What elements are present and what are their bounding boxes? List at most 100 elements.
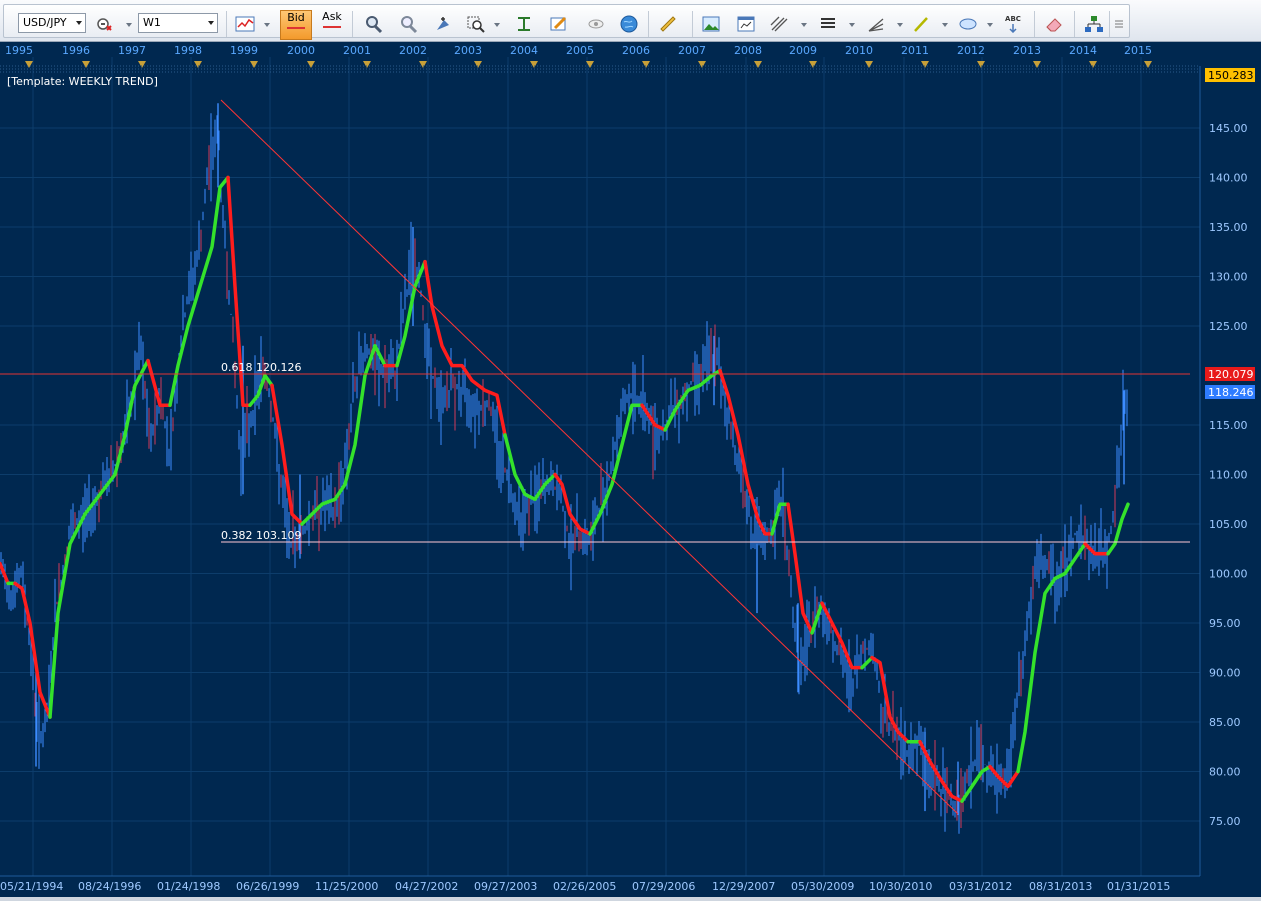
date-label: 03/31/2012	[949, 880, 1012, 893]
event-marker-icon[interactable]	[642, 61, 650, 68]
eraser-icon[interactable]	[1042, 12, 1066, 36]
event-marker-icon[interactable]	[82, 61, 90, 68]
event-marker-icon[interactable]	[194, 61, 202, 68]
price-label: 85.00	[1209, 716, 1241, 729]
year-label: 1998	[174, 44, 202, 57]
event-marker-icon[interactable]	[1089, 61, 1097, 68]
year-label: 2007	[678, 44, 706, 57]
chart-type-icon[interactable]	[233, 12, 257, 36]
timeframe-dropdown[interactable]: W1	[138, 13, 218, 33]
year-label: 2013	[1013, 44, 1041, 57]
fib-382-label: 0.382 103.109	[221, 529, 301, 542]
more-icon[interactable]	[1111, 12, 1127, 36]
fork-icon[interactable]	[767, 12, 791, 36]
event-marker-icon[interactable]	[419, 61, 427, 68]
ellipse-icon[interactable]	[956, 12, 980, 36]
date-label: 08/31/2013	[1029, 880, 1092, 893]
text-abc-icon[interactable]: ABC	[1001, 12, 1025, 36]
toolbar: USD/JPY W1 Bid Ask ABC	[0, 0, 1261, 42]
bid-label: Bid	[287, 11, 305, 24]
date-label: 04/27/2002	[395, 880, 458, 893]
event-marker-icon[interactable]	[25, 61, 33, 68]
event-markers	[25, 61, 1152, 68]
event-marker-icon[interactable]	[1144, 61, 1152, 68]
magnet-icon[interactable]	[396, 12, 420, 36]
event-marker-icon[interactable]	[363, 61, 371, 68]
event-marker-icon[interactable]	[250, 61, 258, 68]
timeframe-value: W1	[143, 16, 161, 29]
price-chart[interactable]: 0.618 120.126 0.382 103.109 1995 1996 1997…	[0, 42, 1261, 897]
year-label: 2010	[845, 44, 873, 57]
year-label: 2015	[1124, 44, 1152, 57]
date-label: 10/30/2010	[869, 880, 932, 893]
symbol-dropdown[interactable]: USD/JPY	[18, 13, 86, 33]
ruler-icon[interactable]	[656, 12, 680, 36]
image-icon[interactable]	[699, 12, 723, 36]
date-label: 01/31/2015	[1107, 880, 1170, 893]
event-marker-icon[interactable]	[865, 61, 873, 68]
indicator-icon[interactable]	[512, 12, 536, 36]
trend-down-segment	[820, 601, 864, 670]
zoom-in-icon[interactable]	[431, 12, 455, 36]
year-label: 2011	[901, 44, 929, 57]
date-axis-labels: 05/21/1994 08/24/1996 01/24/1998 06/26/1999…	[0, 880, 1170, 893]
eye-icon[interactable]	[584, 12, 608, 36]
fork-arrow-icon[interactable]	[801, 23, 807, 27]
event-marker-icon[interactable]	[1033, 61, 1041, 68]
event-marker-icon[interactable]	[474, 61, 482, 68]
ellipse-arrow-icon[interactable]	[987, 23, 993, 27]
bid-button[interactable]: Bid	[280, 10, 312, 40]
trendline-icon[interactable]	[909, 12, 933, 36]
fan-arrow-icon[interactable]	[897, 23, 903, 27]
price-label: 135.00	[1209, 221, 1248, 234]
instrument-settings-arrow-icon[interactable]	[126, 23, 132, 27]
chart-type-arrow-icon[interactable]	[264, 23, 270, 27]
event-marker-icon[interactable]	[921, 61, 929, 68]
event-marker-icon[interactable]	[530, 61, 538, 68]
zoom-area-icon[interactable]	[464, 12, 488, 36]
zoom-area-arrow-icon[interactable]	[494, 23, 500, 27]
date-label: 01/24/1998	[157, 880, 220, 893]
price-label: 75.00	[1209, 815, 1241, 828]
hierarchy-icon[interactable]	[1082, 12, 1106, 36]
price-label: 95.00	[1209, 617, 1241, 630]
event-marker-icon[interactable]	[698, 61, 706, 68]
top-price-badge-text: 150.283	[1208, 69, 1254, 82]
ask-button[interactable]: Ask	[316, 10, 348, 40]
year-label: 2005	[566, 44, 594, 57]
event-marker-icon[interactable]	[754, 61, 762, 68]
current-price-badge-text: 118.246	[1208, 386, 1254, 399]
fan-icon[interactable]	[864, 12, 888, 36]
event-marker-icon[interactable]	[307, 61, 315, 68]
lines-icon[interactable]	[816, 12, 840, 36]
event-marker-icon[interactable]	[138, 61, 146, 68]
event-marker-icon[interactable]	[809, 61, 817, 68]
price-label: 130.00	[1209, 271, 1248, 284]
date-label: 12/29/2007	[712, 880, 775, 893]
crosshair-icon[interactable]	[361, 12, 385, 36]
year-label: 1996	[62, 44, 90, 57]
price-label: 110.00	[1209, 469, 1248, 482]
year-label: 2008	[734, 44, 762, 57]
template-icon[interactable]	[734, 12, 758, 36]
year-labels: 1995 1996 1997 1998 1999 2000 2001 2002 2003 2004…	[5, 44, 1152, 57]
price-axis-labels: 145.00 140.00 135.00 130.00 125.00 115.00 110.…	[1209, 122, 1248, 828]
year-label: 2000	[287, 44, 315, 57]
price-label: 145.00	[1209, 122, 1248, 135]
chart-canvas[interactable]: 0.618 120.126 0.382 103.109 1995 1996 1997…	[0, 42, 1261, 897]
year-label: 1997	[118, 44, 146, 57]
year-label: 1995	[5, 44, 33, 57]
draw-text-icon[interactable]	[547, 12, 571, 36]
diagonal-trendline[interactable]	[220, 99, 959, 815]
event-marker-icon[interactable]	[977, 61, 985, 68]
globe-icon[interactable]	[617, 12, 641, 36]
lines-arrow-icon[interactable]	[849, 23, 855, 27]
year-label: 2004	[510, 44, 538, 57]
trendline-arrow-icon[interactable]	[942, 23, 948, 27]
price-label: 80.00	[1209, 766, 1241, 779]
instrument-settings-icon[interactable]	[92, 12, 116, 36]
year-label: 2009	[789, 44, 817, 57]
date-label: 09/27/2003	[474, 880, 537, 893]
trend-up-segment	[770, 502, 790, 536]
price-bars	[0, 103, 1128, 834]
